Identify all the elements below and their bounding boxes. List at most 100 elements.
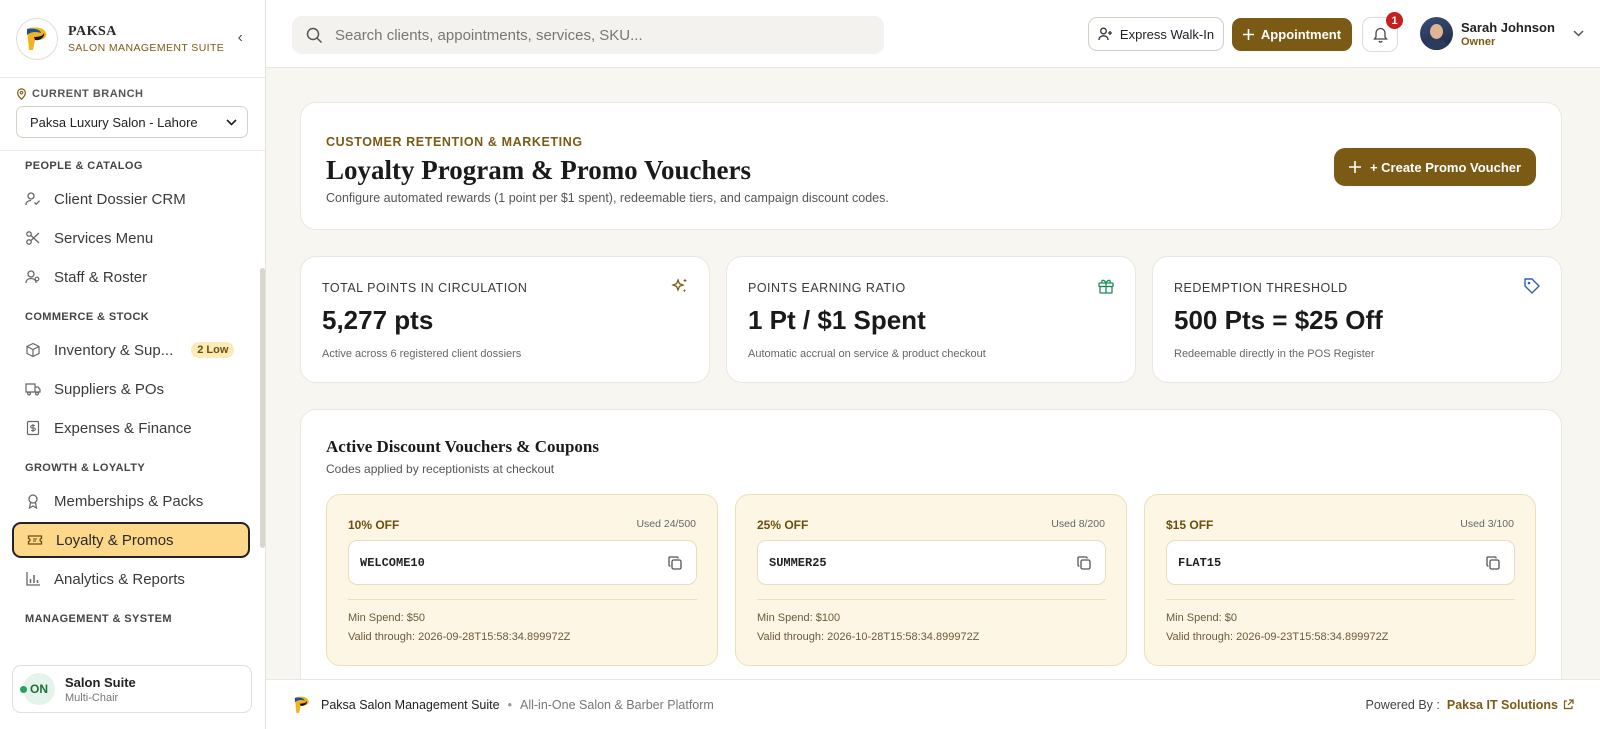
search-input[interactable]	[335, 26, 855, 44]
sidebar: PAKSA SALON MANAGEMENT SUITE ‹ CURRENT B…	[0, 0, 266, 729]
branch-select[interactable]: Paksa Luxury Salon - Lahore	[16, 106, 248, 138]
sidebar-item-suppliers[interactable]: Suppliers & POs	[12, 371, 250, 407]
voucher-card: 10% OFF Used 24/500 WELCOME10 Min Spend:…	[326, 494, 718, 666]
copy-icon[interactable]	[668, 556, 682, 570]
sidebar-item-services-menu[interactable]: Services Menu	[12, 220, 250, 256]
branch-selected-value: Paksa Luxury Salon - Lahore	[30, 114, 198, 130]
divider	[757, 599, 1106, 600]
sparkles-icon	[671, 278, 687, 293]
stat-label: TOTAL POINTS IN CIRCULATION	[322, 281, 528, 295]
external-link-icon[interactable]	[1563, 699, 1574, 710]
collapse-sidebar-icon[interactable]: ‹	[238, 29, 243, 47]
sidebar-item-label: Suppliers & POs	[54, 380, 165, 398]
vouchers-subtitle: Codes applied by receptionists at checko…	[326, 462, 555, 476]
avatar	[1420, 17, 1453, 50]
user-plus-icon	[1098, 27, 1112, 41]
stat-label: REDEMPTION THRESHOLD	[1174, 281, 1348, 295]
brand-subtitle: SALON MANAGEMENT SUITE	[68, 41, 225, 54]
branch-label: CURRENT BRANCH	[32, 88, 144, 100]
voucher-usage: Used 24/500	[636, 518, 696, 530]
user-menu[interactable]: Sarah Johnson Owner	[1420, 17, 1584, 50]
receipt-icon	[25, 420, 41, 436]
suite-sub: Multi-Chair	[65, 691, 119, 704]
vouchers-panel: Active Discount Vouchers & Coupons Codes…	[300, 409, 1562, 699]
voucher-code: WELCOME10	[360, 556, 425, 570]
voucher-min-spend: Min Spend: $100	[757, 612, 841, 624]
sidebar-item-label: Services Menu	[54, 229, 154, 247]
sidebar-nav: PEOPLE & CATALOG Client Dossier CRM Serv…	[0, 152, 262, 652]
stat-value: 1 Pt / $1 Spent	[748, 305, 926, 335]
online-status-badge: ON	[20, 673, 55, 705]
branch-selector: CURRENT BRANCH Paksa Luxury Salon - Laho…	[0, 78, 265, 151]
sidebar-item-client-dossier[interactable]: Client Dossier CRM	[12, 181, 250, 217]
bell-icon	[1372, 27, 1388, 43]
sidebar-item-label: Loyalty & Promos	[56, 531, 174, 549]
low-stock-badge: 2 Low	[191, 342, 235, 358]
top-bar: Express Walk-In Appointment 1 Sarah John…	[266, 0, 1600, 68]
notification-count-badge: 1	[1386, 12, 1403, 29]
copy-icon[interactable]	[1077, 556, 1091, 570]
status-dot-icon	[20, 686, 27, 693]
page-eyebrow: CUSTOMER RETENTION & MARKETING	[326, 135, 583, 149]
notifications-button[interactable]: 1	[1362, 12, 1403, 52]
brand-header: PAKSA SALON MANAGEMENT SUITE ‹	[0, 0, 265, 78]
stat-sub: Automatic accrual on service & product c…	[748, 348, 986, 360]
sidebar-item-label: Analytics & Reports	[54, 570, 185, 588]
voucher-discount: $15 OFF	[1166, 518, 1214, 532]
plus-icon	[1348, 161, 1361, 173]
suite-status-card[interactable]: ON Salon Suite Multi-Chair	[12, 665, 252, 713]
divider	[1166, 599, 1515, 600]
express-walkin-button[interactable]: Express Walk-In	[1088, 17, 1224, 51]
scissors-icon	[25, 230, 41, 246]
sidebar-scrollbar[interactable]	[260, 268, 265, 548]
voucher-valid-through: Valid through: 2026-09-28T15:58:34.89997…	[348, 631, 571, 643]
sidebar-item-label: Client Dossier CRM	[54, 190, 186, 208]
voucher-usage: Used 3/100	[1460, 518, 1514, 530]
paksa-logo	[294, 696, 309, 713]
users-icon	[25, 269, 41, 285]
sidebar-item-inventory[interactable]: Inventory & Sup... 2 Low	[12, 332, 250, 368]
voucher-min-spend: Min Spend: $50	[348, 612, 426, 624]
stat-card-points: TOTAL POINTS IN CIRCULATION 5,277 pts Ac…	[300, 256, 710, 383]
chevron-down-icon	[226, 118, 237, 126]
sidebar-item-loyalty-promos[interactable]: Loyalty & Promos	[12, 522, 250, 558]
stat-sub: Redeemable directly in the POS Register	[1174, 348, 1375, 360]
nav-section-management: MANAGEMENT & SYSTEM	[25, 613, 172, 625]
voucher-card: $15 OFF Used 3/100 FLAT15 Min Spend: $0 …	[1144, 494, 1536, 666]
sidebar-item-label: Inventory & Sup...	[54, 341, 174, 359]
plus-icon	[1242, 29, 1254, 40]
gift-icon	[1098, 279, 1114, 294]
voucher-discount: 25% OFF	[757, 518, 809, 532]
sidebar-item-analytics[interactable]: Analytics & Reports	[12, 561, 250, 597]
bar-chart-icon	[25, 571, 41, 587]
ticket-icon	[27, 532, 43, 548]
box-icon	[25, 342, 41, 358]
nav-section-people: PEOPLE & CATALOG	[25, 160, 143, 172]
stat-card-redemption: REDEMPTION THRESHOLD 500 Pts = $25 Off R…	[1152, 256, 1562, 383]
stat-value: 5,277 pts	[322, 305, 434, 335]
voucher-usage: Used 8/200	[1051, 518, 1105, 530]
footer-product-name: Paksa Salon Management Suite	[321, 697, 500, 712]
add-appointment-button[interactable]: Appointment	[1232, 18, 1352, 51]
copy-icon[interactable]	[1486, 556, 1500, 570]
voucher-code: SUMMER25	[769, 556, 827, 570]
create-promo-voucher-button[interactable]: + Create Promo Voucher	[1334, 148, 1536, 186]
footer-tagline: All-in-One Salon & Barber Platform	[519, 697, 714, 712]
sidebar-item-expenses[interactable]: Expenses & Finance	[12, 410, 250, 446]
brand-name: PAKSA	[68, 23, 117, 39]
tag-icon	[1524, 278, 1540, 294]
award-icon	[25, 493, 41, 509]
voucher-code: FLAT15	[1178, 556, 1222, 570]
footer: Paksa Salon Management Suite • All-in-On…	[266, 679, 1600, 729]
footer-separator: •	[507, 697, 512, 712]
stat-card-earning-ratio: POINTS EARNING RATIO 1 Pt / $1 Spent Aut…	[726, 256, 1136, 383]
nav-section-commerce: COMMERCE & STOCK	[25, 311, 150, 323]
global-search[interactable]	[292, 16, 884, 54]
suite-name: Salon Suite	[65, 674, 136, 690]
sidebar-item-memberships[interactable]: Memberships & Packs	[12, 483, 250, 519]
sidebar-item-staff-roster[interactable]: Staff & Roster	[12, 259, 250, 295]
stat-label: POINTS EARNING RATIO	[748, 281, 906, 295]
stat-sub: Active across 6 registered client dossie…	[322, 348, 522, 360]
footer-company-link[interactable]: Paksa IT Solutions	[1447, 698, 1558, 712]
voucher-card: 25% OFF Used 8/200 SUMMER25 Min Spend: $…	[735, 494, 1127, 666]
